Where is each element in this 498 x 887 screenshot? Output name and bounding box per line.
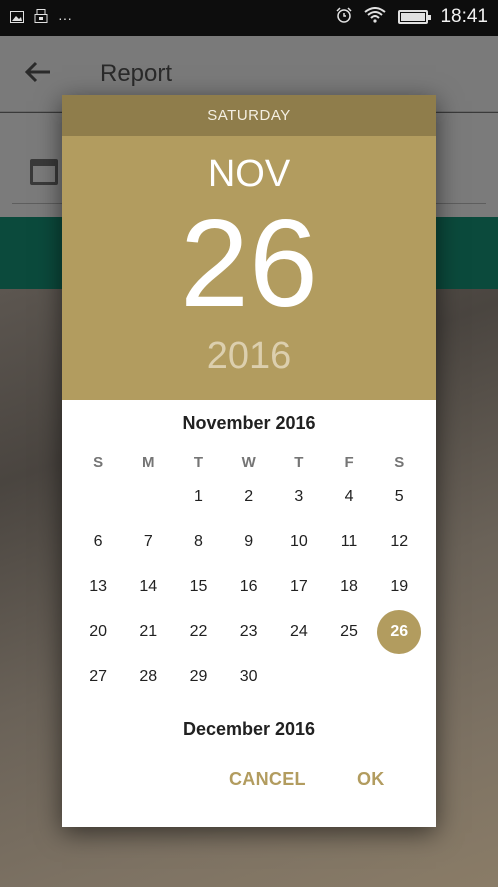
day-cell[interactable]: 14 bbox=[123, 578, 173, 596]
day-number: 10 bbox=[289, 532, 308, 550]
day-cell[interactable]: 27 bbox=[73, 668, 123, 686]
day-number: 11 bbox=[340, 532, 358, 550]
day-number: 3 bbox=[294, 487, 304, 505]
weekday-label: S bbox=[394, 453, 405, 471]
more-icon: ··· bbox=[58, 10, 72, 26]
selected-day-cell[interactable]: 26 bbox=[374, 609, 424, 654]
day-cell[interactable]: 21 bbox=[123, 623, 173, 641]
day-cell[interactable]: 6 bbox=[73, 533, 123, 551]
header-day[interactable]: 26 bbox=[62, 199, 436, 329]
day-cell[interactable]: 24 bbox=[274, 623, 324, 641]
day-number: 15 bbox=[189, 577, 208, 595]
day-number: 23 bbox=[239, 622, 258, 640]
day-cell[interactable]: 9 bbox=[224, 533, 274, 551]
day-cell[interactable]: 20 bbox=[73, 623, 123, 641]
day-cell[interactable]: 11 bbox=[324, 533, 374, 551]
day-cell[interactable]: 13 bbox=[73, 578, 123, 596]
calendar-grid: S M T W T F S 1 2 3 4 5 6 7 8 9 10 11 12 13 14 15 16 17 1… bbox=[73, 450, 425, 699]
day-number: 4 bbox=[344, 487, 354, 505]
day-cell[interactable]: 5 bbox=[374, 488, 424, 506]
day-number: 18 bbox=[340, 577, 358, 595]
day-cell[interactable]: 15 bbox=[173, 578, 223, 596]
day-number: 5 bbox=[394, 487, 404, 505]
day-cell[interactable]: 22 bbox=[173, 623, 223, 641]
image-icon bbox=[10, 8, 24, 28]
battery-icon bbox=[398, 10, 432, 24]
date-picker-header: SATURDAY NOV 26 2016 bbox=[62, 95, 436, 400]
calendar-icon bbox=[30, 159, 58, 185]
arrow-back-icon[interactable] bbox=[24, 58, 52, 92]
day-number: 19 bbox=[390, 577, 409, 595]
weekday-label: F bbox=[344, 453, 354, 471]
day-number: 30 bbox=[239, 667, 258, 685]
day-cell[interactable]: 8 bbox=[173, 533, 223, 551]
day-number: 1 bbox=[194, 487, 203, 505]
weekday-label: M bbox=[142, 453, 155, 471]
calendar-weeks: 1 2 3 4 5 6 7 8 9 10 11 12 13 14 15 16 17 18 19 20 21 22 23 24 2… bbox=[73, 474, 425, 699]
day-number: 7 bbox=[143, 532, 153, 550]
status-time: 18:41 bbox=[440, 6, 488, 27]
day-number: 14 bbox=[139, 577, 158, 595]
calendar-week-row: 20 21 22 23 24 25 26 bbox=[73, 609, 425, 654]
day-number: 22 bbox=[189, 622, 208, 640]
day-number: 27 bbox=[89, 667, 107, 685]
day-cell[interactable]: 17 bbox=[274, 578, 324, 596]
date-picker-dialog: SATURDAY NOV 26 2016 November 2016 S M T… bbox=[62, 95, 436, 827]
day-cell[interactable]: 16 bbox=[224, 578, 274, 596]
day-number: 13 bbox=[89, 577, 107, 595]
day-number: 28 bbox=[139, 667, 158, 685]
alarm-icon bbox=[336, 6, 352, 28]
calendar-week-row: 1 2 3 4 5 bbox=[73, 474, 425, 519]
day-cell[interactable]: 4 bbox=[324, 488, 374, 506]
calendar-week-row: 6 7 8 9 10 11 12 bbox=[73, 519, 425, 564]
day-cell[interactable]: 12 bbox=[374, 533, 424, 551]
day-cell[interactable]: 19 bbox=[374, 578, 424, 596]
day-cell[interactable]: 29 bbox=[173, 668, 223, 686]
day-number: 17 bbox=[289, 577, 308, 595]
day-cell[interactable]: 28 bbox=[123, 668, 173, 686]
day-cell[interactable]: 2 bbox=[224, 488, 274, 506]
day-cell[interactable]: 3 bbox=[274, 488, 324, 506]
day-number: 12 bbox=[390, 532, 409, 550]
next-month-title: December 2016 bbox=[182, 719, 316, 739]
weekday-header-row: S M T W T F S bbox=[73, 450, 425, 474]
wifi-icon bbox=[364, 6, 387, 28]
status-bar: ··· 18:41 bbox=[0, 0, 498, 36]
day-of-week-label: SATURDAY bbox=[62, 95, 436, 136]
day-cell[interactable]: 18 bbox=[324, 578, 374, 596]
day-number: 29 bbox=[189, 667, 208, 685]
month-title: November 2016 bbox=[182, 413, 316, 433]
weekday-label: S bbox=[93, 453, 104, 471]
day-number: 24 bbox=[289, 622, 308, 640]
header-year[interactable]: 2016 bbox=[62, 335, 436, 378]
day-number: 9 bbox=[244, 532, 254, 550]
dialog-actions: CANCEL OK bbox=[62, 739, 436, 827]
day-number: 16 bbox=[239, 577, 258, 595]
day-cell[interactable]: 10 bbox=[274, 533, 324, 551]
day-cell[interactable]: 1 bbox=[173, 488, 223, 506]
day-number: 20 bbox=[89, 622, 107, 640]
weekday-label: T bbox=[193, 453, 204, 471]
weekday-label: T bbox=[294, 453, 304, 471]
calendar-week-row: 27 28 29 30 bbox=[73, 654, 425, 699]
day-number: 2 bbox=[244, 487, 254, 505]
day-cell[interactable]: 25 bbox=[324, 623, 374, 641]
day-number: 25 bbox=[340, 622, 358, 640]
day-number: 6 bbox=[93, 532, 103, 550]
day-number: 26 bbox=[377, 609, 422, 654]
header-month[interactable]: NOV bbox=[62, 153, 436, 196]
weekday-label: W bbox=[241, 453, 256, 471]
day-number: 21 bbox=[139, 622, 158, 640]
calendar-week-row: 13 14 15 16 17 18 19 bbox=[73, 564, 425, 609]
ok-button[interactable]: OK bbox=[357, 769, 385, 790]
day-cell[interactable]: 7 bbox=[123, 533, 173, 551]
day-cell[interactable]: 30 bbox=[224, 668, 274, 686]
page-title: Report bbox=[100, 60, 173, 87]
day-cell[interactable]: 23 bbox=[224, 623, 274, 641]
day-number: 8 bbox=[194, 532, 203, 550]
usb-icon bbox=[34, 8, 48, 28]
cancel-button[interactable]: CANCEL bbox=[229, 769, 306, 790]
